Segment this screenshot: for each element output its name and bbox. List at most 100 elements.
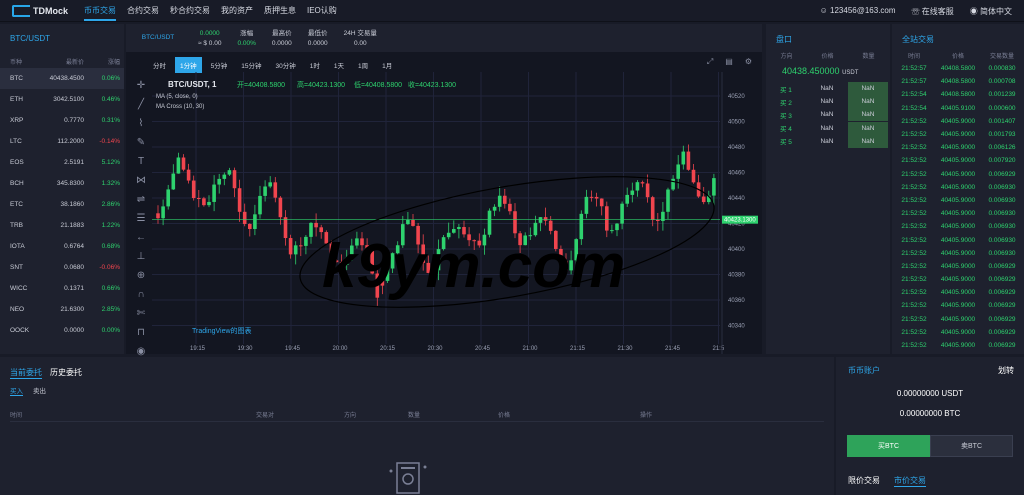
ohlc-close: 收=40423.1300 xyxy=(408,80,456,89)
nav-item-2[interactable]: 秒合约交易 xyxy=(170,6,210,15)
market-row[interactable]: LTC 112.2000 -0.14% xyxy=(0,131,124,152)
interval-tab[interactable]: 30分钟 xyxy=(270,57,300,73)
interval-tab[interactable]: 15分钟 xyxy=(236,57,266,73)
interval-tab[interactable]: 1分钟 xyxy=(175,57,202,73)
x-tick-label: 20:45 xyxy=(475,346,491,352)
nav-item-1[interactable]: 合约交易 xyxy=(127,6,159,15)
nav-item-5[interactable]: IEO认购 xyxy=(307,6,337,15)
eraser-icon[interactable]: ✄ xyxy=(132,308,150,327)
text-icon[interactable]: T xyxy=(132,156,150,175)
brush-icon[interactable]: ⌇ xyxy=(132,118,150,137)
market-row[interactable]: OOCK 0.0000 0.00% xyxy=(0,320,124,341)
tab-market-order[interactable]: 市价交易 xyxy=(894,475,926,487)
candle-body xyxy=(243,212,247,224)
orderbook-row[interactable]: 买 5 NaN NaN xyxy=(766,135,890,148)
nav-item-4[interactable]: 质押生息 xyxy=(264,6,296,15)
market-row[interactable]: IOTA 0.6764 0.68% xyxy=(0,236,124,257)
orderbook-row[interactable]: 买 2 NaN NaN xyxy=(766,95,890,108)
coin-change: 1.22% xyxy=(84,222,120,229)
trade-row: 21:52:52 40405.9000 0.006929 xyxy=(892,260,1024,273)
buy-btc-button[interactable]: 买BTC xyxy=(847,435,930,457)
settings-icon[interactable]: ⚙ xyxy=(745,57,752,67)
candle-body xyxy=(289,238,293,254)
x-tick-label: 20:00 xyxy=(333,346,349,352)
logo[interactable]: TDMock xyxy=(12,5,84,17)
nav-item-0[interactable]: 币币交易 xyxy=(84,6,116,21)
candle-body xyxy=(498,196,502,207)
pen-icon[interactable]: ✎ xyxy=(132,137,150,156)
trade-row: 21:52:57 40408.5800 0.000830 xyxy=(892,62,1024,75)
trade-row: 21:52:52 40405.9000 0.006929 xyxy=(892,313,1024,326)
coin-price: 0.7770 xyxy=(40,117,84,124)
candle-body xyxy=(615,224,619,230)
fullscreen-icon[interactable]: ⤢ xyxy=(707,57,713,67)
tab-buy[interactable]: 买入 xyxy=(10,385,23,396)
y-tick-label: 40480 xyxy=(728,145,745,151)
orderbook-row[interactable]: 买 3 NaN NaN xyxy=(766,108,890,121)
sell-btc-button[interactable]: 卖BTC xyxy=(930,435,1013,457)
crosshair-icon[interactable]: ✛ xyxy=(132,80,150,99)
interval-tab[interactable]: 分时 xyxy=(148,57,171,73)
coin-name: XRP xyxy=(0,117,40,124)
coin-price: 112.2000 xyxy=(40,138,84,145)
coin-price: 2.5191 xyxy=(40,159,84,166)
coin-name: WICC xyxy=(0,285,40,292)
market-row[interactable]: SNT 0.0680 -0.06% xyxy=(0,257,124,278)
fib-icon[interactable]: ☰ xyxy=(132,213,150,232)
interval-tab[interactable]: 1月 xyxy=(377,57,397,73)
candle-body xyxy=(263,186,267,195)
orderbook-row[interactable]: 买 4 NaN NaN xyxy=(766,122,890,135)
empty-list-icon xyxy=(385,457,431,495)
market-row[interactable]: BTC 40438.4500 0.06% xyxy=(0,68,124,89)
ruler-icon[interactable]: ⊥ xyxy=(132,251,150,270)
pattern-icon[interactable]: ⋈ xyxy=(132,175,150,194)
market-row[interactable]: NEO 21.6300 2.85% xyxy=(0,299,124,320)
candlestick-chart[interactable]: 4052040500404804046040440404204040040380… xyxy=(152,72,762,354)
coin-price: 40438.4500 xyxy=(40,75,84,82)
y-tick-label: 40460 xyxy=(728,171,745,177)
interval-tab[interactable]: 5分钟 xyxy=(206,57,233,73)
trade-row: 21:52:52 40405.9000 0.001793 xyxy=(892,128,1024,141)
back-icon[interactable]: ← xyxy=(132,232,150,251)
tab-sell[interactable]: 卖出 xyxy=(33,385,46,396)
orders-col-header: 价格 xyxy=(498,410,510,419)
x-tick-label: 19:45 xyxy=(285,346,301,352)
tab-current-orders[interactable]: 当前委托 xyxy=(10,367,42,379)
market-row[interactable]: EOS 2.5191 5.12% xyxy=(0,152,124,173)
lock-icon[interactable]: ⊓ xyxy=(132,327,150,346)
interval-tab[interactable]: 1时 xyxy=(305,57,325,73)
interval-tab[interactable]: 1天 xyxy=(329,57,349,73)
magnet-icon[interactable]: ∩ xyxy=(132,289,150,308)
service-link[interactable]: ☏ 在线客服 xyxy=(912,6,954,17)
nav-item-3[interactable]: 我的资产 xyxy=(221,6,253,15)
ticker-bar: BTC/USDT 0.0000 ≈ $ 0.00 涨幅 0.00% 最高价 0.0000… xyxy=(126,24,762,52)
zoom-icon[interactable]: ⊕ xyxy=(132,270,150,289)
orderbook-row[interactable]: 买 1 NaN NaN xyxy=(766,82,890,95)
market-list: BTC/USDT 币种 最新价 涨幅 BTC 40438.4500 0.06% ETH 30… xyxy=(0,24,124,354)
candle-body xyxy=(692,170,696,183)
market-row[interactable]: BCH 345.8300 1.32% xyxy=(0,173,124,194)
transfer-link[interactable]: 划转 xyxy=(998,365,1014,376)
chart-type-icon[interactable]: ▤ xyxy=(725,57,733,67)
market-row[interactable]: ETH 3042.5100 0.46% xyxy=(0,89,124,110)
language-select[interactable]: ◉ 简体中文 xyxy=(970,6,1012,17)
coin-change: 2.86% xyxy=(84,201,120,208)
interval-tab[interactable]: 1周 xyxy=(353,57,373,73)
btc-balance: 0.00000000 BTC xyxy=(836,409,1024,418)
candle-body xyxy=(258,196,262,214)
user-email[interactable]: ☺ 123456@163.com xyxy=(820,6,896,17)
coin-price: 21.6300 xyxy=(40,306,84,313)
market-row[interactable]: TRB 21.1883 1.22% xyxy=(0,215,124,236)
measure-icon[interactable]: ⇌ xyxy=(132,194,150,213)
market-row[interactable]: XRP 0.7770 0.31% xyxy=(0,110,124,131)
market-row[interactable]: WICC 0.1371 0.66% xyxy=(0,278,124,299)
trendline-icon[interactable]: ╱ xyxy=(132,99,150,118)
account-title[interactable]: 币币账户 xyxy=(848,365,880,376)
candle-body xyxy=(585,197,589,214)
tab-history-orders[interactable]: 历史委托 xyxy=(50,367,82,379)
x-tick-label: 20:30 xyxy=(428,346,444,352)
market-row[interactable]: ETC 38.1860 2.86% xyxy=(0,194,124,215)
x-tick-label: 19:15 xyxy=(190,346,206,352)
tab-limit-order[interactable]: 限价交易 xyxy=(848,475,880,487)
ohlc-high: 高=40423.1300 xyxy=(297,80,345,89)
